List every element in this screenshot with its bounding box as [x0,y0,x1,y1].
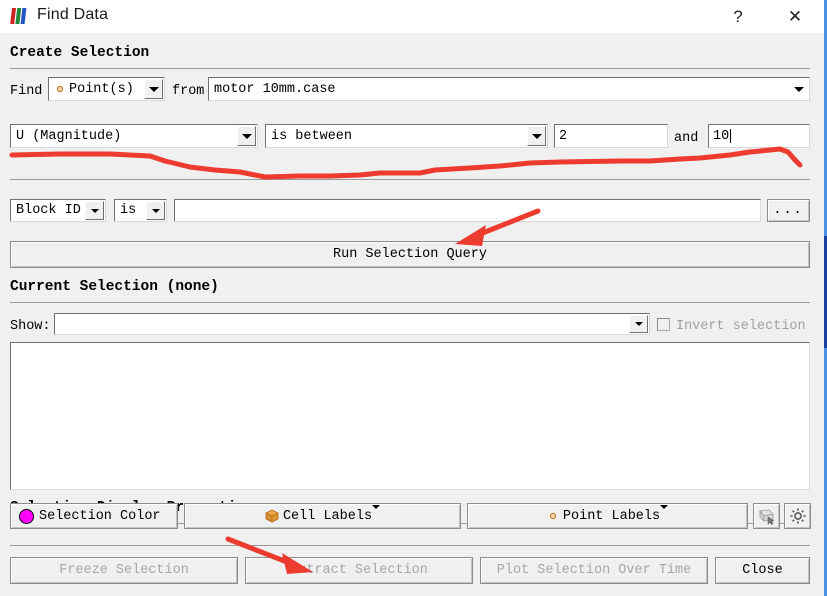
selection-color-label: Selection Color [39,508,161,524]
blockid-field-dropdown-arrow[interactable] [85,201,104,220]
chevron-down-icon [793,86,804,92]
chevron-down-icon [531,133,542,139]
chevron-down-icon [660,504,669,524]
gear-icon [789,508,806,524]
source-dropdown-arrow[interactable] [789,79,808,99]
settings-button[interactable] [784,503,811,529]
source-value: motor 10mm.case [214,81,336,97]
show-combo[interactable] [54,313,650,335]
from-label: from [172,84,205,99]
freeze-selection-button[interactable]: Freeze Selection [10,557,238,584]
blockid-operator-dropdown-arrow[interactable] [146,201,165,220]
extract-selection-button[interactable]: Extract Selection [245,557,473,584]
chevron-down-icon [241,133,252,139]
and-label: and [674,131,699,146]
selection-color-button[interactable]: Selection Color [10,503,178,529]
close-icon: ✕ [787,6,803,26]
cell-labels-dropdown-arrow[interactable] [372,504,381,524]
blockid-field-combo[interactable]: Block ID [10,199,106,222]
show-dropdown-arrow[interactable] [629,315,648,333]
invert-selection-label: Invert selection [676,319,806,334]
plot-selection-over-time-label: Plot Selection Over Time [496,563,692,578]
array-dropdown-arrow[interactable] [237,126,256,146]
cell-labels-combo[interactable]: Cell Labels [184,503,461,529]
chevron-down-icon [151,208,160,213]
freeze-selection-label: Freeze Selection [59,563,189,578]
operator-value: is between [271,128,353,144]
window-title: Find Data [37,6,109,23]
blockid-field-value: Block ID [16,203,81,218]
blockid-operator-value: is [120,203,137,218]
min-value-text: 2 [559,128,568,144]
browse-label: ... [773,203,804,218]
point-labels-dropdown-arrow[interactable] [660,504,669,524]
run-selection-query-button[interactable]: Run Selection Query [10,241,810,268]
array-combo[interactable]: U (Magnitude) [10,124,258,148]
point-labels-label: Point Labels [562,508,661,524]
create-selection-divider [10,68,810,69]
pick-edit-icon [759,509,775,525]
operator-dropdown-arrow[interactable] [527,126,546,146]
help-icon: ? [733,6,743,26]
extract-selection-label: Extract Selection [290,563,428,578]
element-type-combo[interactable]: Point(s) [48,77,165,101]
chevron-down-icon [148,86,159,92]
help-button[interactable]: ? [715,0,761,33]
max-value-text: 10 [713,128,730,144]
point-labels-combo[interactable]: Point Labels [467,503,748,529]
blockid-operator-combo[interactable]: is [114,199,167,222]
find-label: Find [10,84,43,99]
selection-results-list[interactable] [10,342,810,490]
point-marker-icon [549,512,557,520]
text-caret [730,129,732,143]
chevron-down-icon [372,504,381,524]
browse-button[interactable]: ... [767,199,810,222]
blockid-value-input[interactable] [174,199,761,222]
criteria-divider [10,179,810,180]
chevron-down-icon [90,208,99,213]
find-data-dialog: Find Data ? ✕ Create Selection Find Poin… [0,0,827,596]
operator-combo[interactable]: is between [265,124,548,148]
array-value: U (Magnitude) [16,128,122,144]
current-selection-title: Current Selection (none) [10,279,219,295]
chevron-down-icon [634,322,643,326]
create-selection-title: Create Selection [10,45,150,61]
element-type-dropdown-arrow[interactable] [144,79,163,99]
run-selection-query-label: Run Selection Query [333,247,487,262]
min-value-input[interactable]: 2 [554,124,668,148]
close-button-label: Close [742,563,783,578]
plot-selection-over-time-button[interactable]: Plot Selection Over Time [480,557,708,584]
dialog-body: Create Selection Find Point(s) from moto… [0,33,824,596]
close-button[interactable]: Close [715,557,810,584]
point-marker-icon [56,85,64,93]
element-type-value: Point(s) [69,81,134,97]
source-combo[interactable]: motor 10mm.case [208,77,810,101]
show-label: Show: [10,319,51,334]
close-window-button[interactable]: ✕ [772,0,818,33]
pick-edit-button[interactable] [753,503,780,529]
max-value-input[interactable]: 10 [708,124,810,148]
footer-divider [10,545,810,546]
color-swatch-icon [19,508,34,524]
cell-cube-icon [265,509,279,523]
title-bar: Find Data ? ✕ [0,0,824,33]
current-selection-divider [10,302,810,303]
invert-selection-checkbox[interactable] [657,318,670,331]
paraview-logo-icon [10,7,30,25]
cell-labels-label: Cell Labels [282,508,373,524]
